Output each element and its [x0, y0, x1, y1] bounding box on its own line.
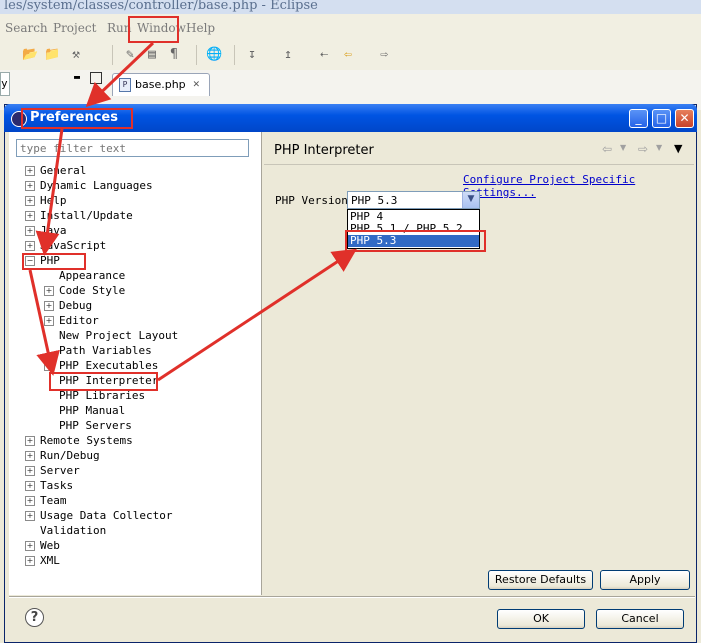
arrow-preferences-to-php	[35, 128, 64, 256]
arrow-window-to-preferences	[85, 41, 155, 108]
arrow-php-to-interpreter	[28, 269, 60, 376]
arrow-interpreter-to-php53	[157, 248, 358, 382]
annotation-arrows	[28, 41, 358, 382]
